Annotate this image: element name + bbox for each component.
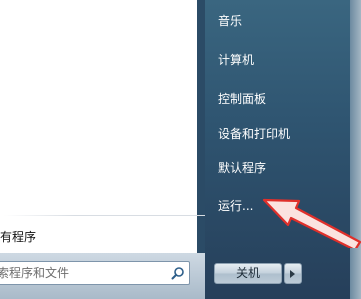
all-programs-link[interactable]: 所有程序: [0, 224, 185, 250]
search-placeholder: 搜索程序和文件: [0, 266, 70, 280]
pane-edge: [350, 0, 361, 299]
menu-item-computer[interactable]: 计算机: [218, 50, 254, 70]
triangle-right-icon: [290, 270, 295, 278]
menu-item-devices-printers[interactable]: 设备和打印机: [218, 124, 290, 144]
shutdown-button[interactable]: 关机: [214, 263, 282, 284]
menu-item-music[interactable]: 音乐: [218, 11, 242, 31]
places-pane: [205, 0, 361, 299]
search-input[interactable]: 搜索程序和文件: [0, 261, 190, 285]
menu-item-default-programs[interactable]: 默认程序: [218, 158, 266, 178]
menu-item-run[interactable]: 运行...: [218, 196, 253, 216]
shutdown-options-button[interactable]: [284, 263, 302, 284]
red-arrow-annotation: [262, 198, 361, 248]
programs-pane: [0, 0, 197, 260]
search-icon[interactable]: [171, 266, 185, 280]
menu-item-control-panel[interactable]: 控制面板: [218, 89, 266, 109]
